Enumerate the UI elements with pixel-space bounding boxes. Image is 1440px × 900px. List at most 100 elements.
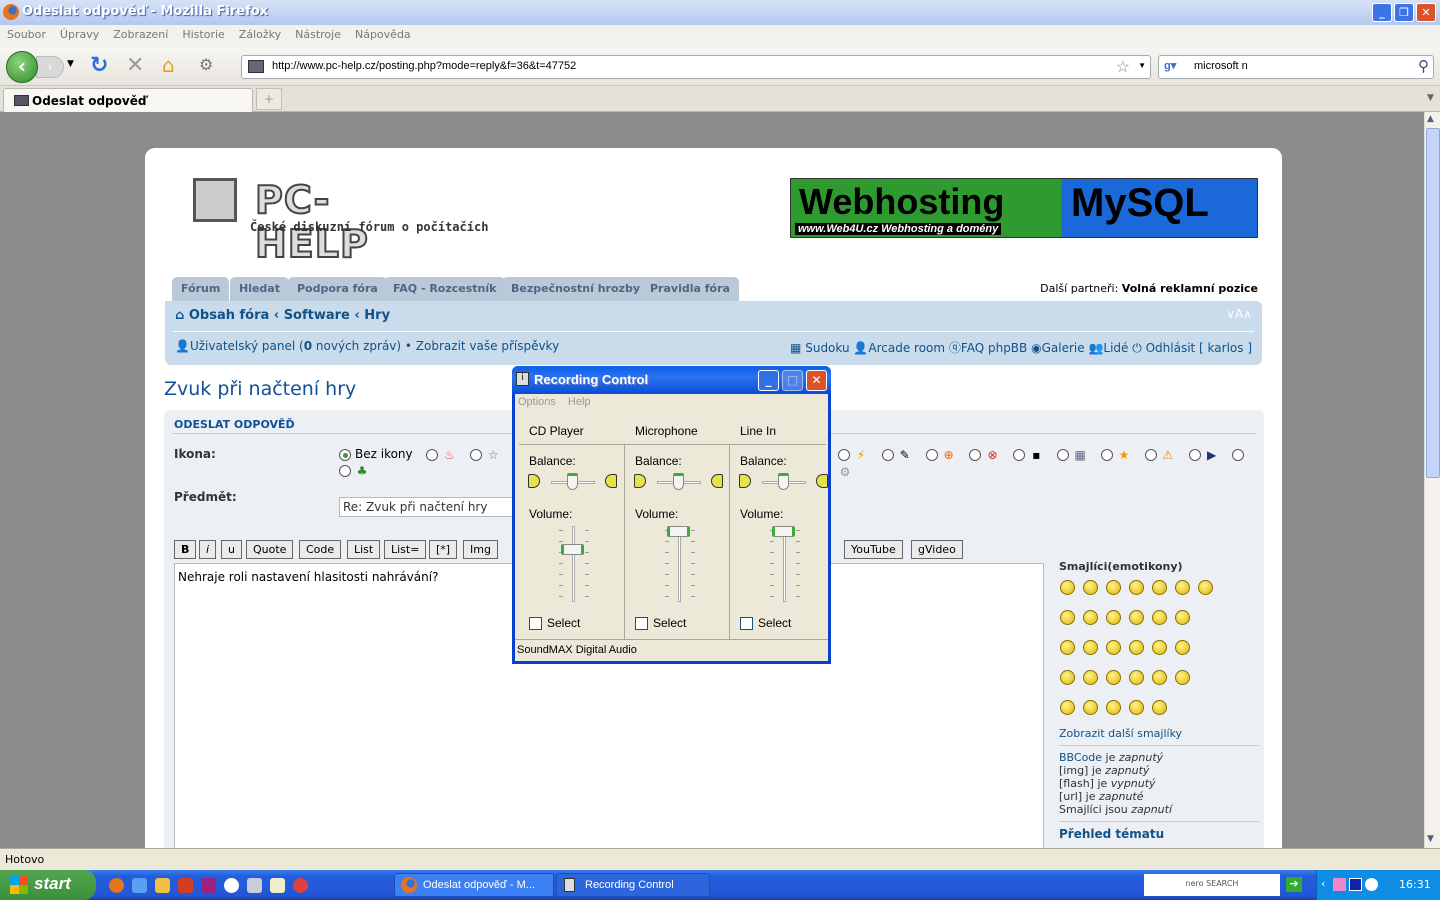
smiley-icon[interactable] bbox=[1106, 610, 1121, 625]
close-button[interactable]: ✕ bbox=[1416, 3, 1436, 22]
select-checkbox[interactable] bbox=[635, 617, 648, 630]
breadcrumb-obsah[interactable]: Obsah fóra bbox=[189, 308, 269, 323]
tray-icon[interactable] bbox=[1349, 878, 1362, 891]
tab-list-icon[interactable]: ▼ bbox=[1427, 93, 1434, 103]
smiley-icon[interactable] bbox=[1060, 580, 1075, 595]
smiley-icon[interactable] bbox=[1175, 640, 1190, 655]
nav-tab-podpora[interactable]: Podpora fóra bbox=[288, 277, 387, 301]
addons-icon[interactable]: ⚙ bbox=[199, 55, 213, 74]
select-checkbox[interactable] bbox=[740, 617, 753, 630]
smiley-icon[interactable] bbox=[1106, 700, 1121, 715]
smiley-icon[interactable] bbox=[1152, 610, 1167, 625]
taskbar-firefox[interactable]: Odeslat odpověď - M... bbox=[394, 873, 554, 897]
nav-tab-forum[interactable]: Fórum bbox=[172, 277, 230, 301]
logout-link[interactable]: Odhlásit [ karlos ] bbox=[1146, 341, 1252, 355]
smiley-icon[interactable] bbox=[1152, 670, 1167, 685]
balance-slider[interactable] bbox=[673, 473, 684, 490]
firefox-quicklaunch-icon[interactable] bbox=[109, 878, 124, 893]
stop-icon[interactable]: ✕ bbox=[126, 53, 144, 78]
radio-icon[interactable] bbox=[426, 448, 439, 461]
smiley-icon[interactable] bbox=[1198, 580, 1213, 595]
dialog-close-button[interactable]: ✕ bbox=[806, 370, 827, 391]
url-dropdown-icon[interactable]: ▼ bbox=[1138, 61, 1146, 70]
gvideo-button[interactable]: gVideo bbox=[911, 540, 963, 559]
smiley-icon[interactable] bbox=[1083, 640, 1098, 655]
ad-banner[interactable]: Webhosting MySQL www.Web4U.cz Webhosting… bbox=[790, 178, 1258, 238]
menu-historie[interactable]: Historie bbox=[175, 25, 231, 44]
smiley-icon[interactable] bbox=[1152, 640, 1167, 655]
smiley-icon[interactable] bbox=[1152, 700, 1167, 715]
radio-icon[interactable] bbox=[470, 448, 483, 461]
menu-upravy[interactable]: Úpravy bbox=[53, 25, 106, 44]
topic-review-link[interactable]: Přehled tématu bbox=[1059, 827, 1259, 841]
search-icon[interactable]: ⚲ bbox=[1418, 57, 1429, 75]
topic-title[interactable]: Zvuk při načtení hry bbox=[164, 378, 356, 400]
tab-active[interactable]: Odeslat odpověď bbox=[3, 88, 253, 112]
arcade-link[interactable]: Arcade room bbox=[868, 341, 945, 355]
radio-icon[interactable] bbox=[1100, 448, 1113, 461]
new-tab-button[interactable]: + bbox=[256, 88, 282, 110]
nav-tab-faq[interactable]: FAQ - Rozcestník bbox=[384, 277, 506, 301]
radio-icon[interactable] bbox=[881, 448, 894, 461]
media-player-quicklaunch-icon[interactable] bbox=[224, 878, 239, 893]
smiley-icon[interactable] bbox=[1129, 640, 1144, 655]
radio-icon[interactable] bbox=[1057, 448, 1070, 461]
clock[interactable]: 16:31 bbox=[1399, 878, 1431, 891]
dialog-title-bar[interactable]: i Recording Control _ □ ✕ bbox=[512, 366, 831, 394]
select-checkbox[interactable] bbox=[529, 617, 542, 630]
forward-button[interactable]: › bbox=[36, 56, 64, 78]
restore-button[interactable]: ❐ bbox=[1394, 3, 1414, 22]
app-quicklaunch-icon[interactable] bbox=[201, 878, 216, 893]
radio-icon[interactable] bbox=[1144, 448, 1157, 461]
nav-tab-bezpecnost[interactable]: Bezpečnostní hrozby bbox=[502, 277, 649, 301]
smiley-icon[interactable] bbox=[1175, 580, 1190, 595]
menu-nastroje[interactable]: Nástroje bbox=[288, 25, 348, 44]
bookmark-star-icon[interactable]: ☆ bbox=[1116, 57, 1130, 77]
minimize-button[interactable]: _ bbox=[1372, 3, 1392, 22]
smiley-icon[interactable] bbox=[1129, 610, 1144, 625]
list-ordered-button[interactable]: List= bbox=[384, 540, 427, 559]
smiley-icon[interactable] bbox=[1060, 640, 1075, 655]
radio-icon[interactable] bbox=[925, 448, 938, 461]
app-quicklaunch-icon[interactable] bbox=[178, 878, 193, 893]
start-button[interactable]: start bbox=[0, 870, 96, 900]
faq-link[interactable]: FAQ phpBB bbox=[961, 341, 1027, 355]
vertical-scrollbar[interactable]: ▲ ▼ bbox=[1424, 112, 1440, 848]
taskbar-recording-control[interactable]: Recording Control bbox=[556, 873, 710, 897]
gallery-link[interactable]: Galerie bbox=[1042, 341, 1085, 355]
scrollbar-thumb[interactable] bbox=[1426, 128, 1440, 478]
nav-tab-pravidla[interactable]: Pravidla fóra bbox=[641, 277, 739, 301]
code-button[interactable]: Code bbox=[299, 540, 342, 559]
tray-icon[interactable] bbox=[1333, 878, 1346, 891]
search-box[interactable]: g▾ microsoft n ⚲ bbox=[1158, 55, 1434, 79]
google-icon[interactable]: g▾ bbox=[1164, 59, 1176, 72]
youtube-button[interactable]: YouTube bbox=[844, 540, 903, 559]
app-quicklaunch-icon[interactable] bbox=[293, 878, 308, 893]
volume-slider[interactable] bbox=[667, 526, 690, 537]
partners-link[interactable]: Volná reklamní pozice bbox=[1122, 282, 1258, 295]
menu-napoveda[interactable]: Nápověda bbox=[348, 25, 418, 44]
new-msgs-count[interactable]: 0 bbox=[304, 339, 312, 353]
smiley-icon[interactable] bbox=[1060, 610, 1075, 625]
user-panel-link[interactable]: Uživatelský panel bbox=[190, 339, 295, 353]
smiley-icon[interactable] bbox=[1083, 580, 1098, 595]
smiley-icon[interactable] bbox=[1083, 610, 1098, 625]
menu-help[interactable]: Help bbox=[568, 396, 591, 408]
italic-button[interactable]: i bbox=[199, 540, 217, 559]
quote-button[interactable]: Quote bbox=[246, 540, 294, 559]
back-button[interactable]: ‹ bbox=[6, 51, 38, 83]
url-bar[interactable]: http://www.pc-help.cz/posting.php?mode=r… bbox=[241, 55, 1151, 79]
status-key[interactable]: BBCode bbox=[1059, 751, 1102, 764]
smiley-icon[interactable] bbox=[1175, 670, 1190, 685]
smiley-icon[interactable] bbox=[1129, 670, 1144, 685]
home-icon[interactable]: ⌂ bbox=[162, 53, 175, 77]
smiley-icon[interactable] bbox=[1060, 670, 1075, 685]
sudoku-link[interactable]: Sudoku bbox=[805, 341, 849, 355]
app-quicklaunch-icon[interactable] bbox=[270, 878, 285, 893]
img-button[interactable]: Img bbox=[463, 540, 498, 559]
more-smilies-link[interactable]: Zobrazit další smajlíky bbox=[1059, 727, 1259, 740]
scroll-down-icon[interactable]: ▼ bbox=[1427, 834, 1434, 844]
site-logo[interactable]: PC-HELP České diskuzní fórum o počítačíc… bbox=[193, 177, 488, 267]
menu-zalozky[interactable]: Záložky bbox=[232, 25, 288, 44]
scroll-up-icon[interactable]: ▲ bbox=[1427, 114, 1434, 124]
